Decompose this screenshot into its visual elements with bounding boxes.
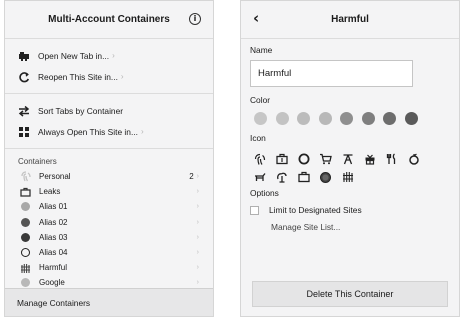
manage-containers-label: Manage Containers	[17, 297, 91, 308]
circle-icon	[20, 277, 31, 288]
briefcase-icon[interactable]	[275, 153, 288, 166]
color-swatch[interactable]	[318, 112, 332, 125]
panel-header: Multi-Account Containers i	[5, 1, 213, 39]
circle-icon	[20, 217, 31, 228]
fence-icon[interactable]	[341, 171, 354, 184]
icon-label: Icon	[250, 133, 266, 143]
name-label: Name	[250, 45, 273, 55]
containers-panel: Multi-Account Containers i Open New Tab …	[4, 0, 214, 317]
icon-picker	[241, 150, 459, 186]
fence-icon	[20, 262, 31, 273]
sort-icon	[18, 105, 30, 117]
reopen-icon	[18, 71, 30, 83]
chevron-right-icon: ›	[196, 173, 199, 181]
vacation-icon[interactable]	[341, 153, 354, 166]
food-icon[interactable]	[385, 153, 398, 166]
menu-label: Always Open This Site in...	[38, 126, 138, 137]
chevron-right-icon: ›	[120, 72, 124, 81]
dollar-icon[interactable]	[297, 153, 310, 166]
container-item-personal[interactable]: Personal 2 ›	[5, 169, 213, 184]
menu-sort-tabs[interactable]: Sort Tabs by Container	[5, 100, 213, 121]
container-name: Leaks	[39, 187, 61, 197]
chevron-right-icon: ›	[196, 218, 199, 226]
color-swatch[interactable]	[297, 112, 310, 125]
divider	[5, 93, 213, 94]
leaks-briefcase-icon	[20, 186, 31, 197]
color-swatch[interactable]	[275, 112, 289, 125]
panel-title: Multi-Account Containers	[48, 14, 170, 25]
chevron-right-icon: ›	[112, 51, 115, 60]
menu-open-new-tab[interactable]: Open New Tab in... ›	[5, 45, 213, 66]
pet-icon[interactable]	[253, 171, 266, 184]
fruit-icon[interactable]	[407, 153, 420, 166]
limit-checkbox[interactable]	[250, 205, 259, 215]
personal-fingerprint-icon	[20, 171, 31, 182]
chevron-right-icon: ›	[140, 127, 144, 136]
divider	[5, 148, 213, 149]
container-item-alias-03[interactable]: Alias 03 ›	[5, 230, 213, 245]
limit-label: Limit to Designated Sites	[269, 205, 362, 215]
container-name: Harmful	[39, 263, 68, 273]
circle-outline-icon	[20, 247, 31, 258]
limit-to-designated-sites-option[interactable]: Limit to Designated Sites	[241, 205, 459, 215]
container-name: Alias 01	[39, 202, 68, 212]
menu-reopen-site[interactable]: Reopen This Site in... ›	[5, 66, 213, 87]
panel-header: ‹ Harmful	[241, 1, 459, 39]
chevron-right-icon: ›	[196, 279, 199, 287]
container-name: Alias 02	[39, 217, 68, 227]
options-label: Options	[250, 188, 279, 198]
always-open-icon	[18, 126, 30, 138]
container-item-leaks[interactable]: Leaks ›	[5, 184, 213, 199]
delete-container-button[interactable]: Delete This Container	[252, 281, 448, 307]
fingerprint-icon[interactable]	[253, 153, 266, 166]
chill-icon[interactable]	[297, 171, 310, 184]
menu-always-open[interactable]: Always Open This Site in... ›	[5, 121, 213, 142]
chevron-right-icon: ›	[196, 188, 199, 196]
new-tab-icon	[18, 50, 30, 62]
color-swatch[interactable]	[404, 112, 418, 125]
container-item-harmful[interactable]: Harmful ›	[5, 260, 213, 275]
color-swatch[interactable]	[340, 112, 353, 125]
edit-container-panel: ‹ Harmful Name Harmful Color Icon Option…	[240, 0, 460, 317]
gift-icon[interactable]	[363, 153, 376, 166]
container-name-input[interactable]: Harmful	[250, 60, 413, 87]
back-arrow-icon[interactable]: ‹	[253, 11, 259, 26]
color-label: Color	[250, 95, 271, 105]
container-item-alias-02[interactable]: Alias 02 ›	[5, 215, 213, 230]
tree-icon[interactable]	[275, 171, 288, 184]
tab-count-badge: 2	[189, 172, 194, 182]
container-name: Alias 04	[39, 248, 68, 258]
cart-icon[interactable]	[319, 153, 332, 166]
menu-label: Open New Tab in...	[38, 50, 110, 61]
container-item-alias-01[interactable]: Alias 01 ›	[5, 199, 213, 214]
chevron-right-icon: ›	[196, 264, 199, 272]
manage-site-list-link[interactable]: Manage Site List...	[241, 222, 459, 232]
info-icon[interactable]: i	[189, 13, 201, 25]
circle-icon[interactable]	[319, 171, 332, 184]
manage-containers-button[interactable]: Manage Containers	[5, 288, 213, 316]
color-picker	[241, 112, 459, 125]
color-swatch[interactable]	[361, 112, 375, 125]
panel-title: Harmful	[331, 14, 369, 25]
menu-label: Sort Tabs by Container	[38, 105, 124, 116]
container-name: Alias 03	[39, 232, 68, 242]
chevron-right-icon: ›	[196, 203, 199, 211]
chevron-right-icon: ›	[196, 233, 199, 241]
circle-icon	[20, 232, 31, 243]
color-swatch[interactable]	[254, 112, 267, 125]
circle-icon	[20, 201, 31, 212]
containers-section-label: Containers	[18, 157, 57, 166]
container-name: Personal	[39, 172, 71, 182]
container-name: Google	[39, 278, 65, 288]
color-swatch[interactable]	[383, 112, 396, 125]
chevron-right-icon: ›	[196, 249, 199, 257]
container-item-alias-04[interactable]: Alias 04 ›	[5, 245, 213, 260]
delete-label: Delete This Container	[306, 289, 394, 299]
menu-label: Reopen This Site in...	[38, 71, 118, 82]
